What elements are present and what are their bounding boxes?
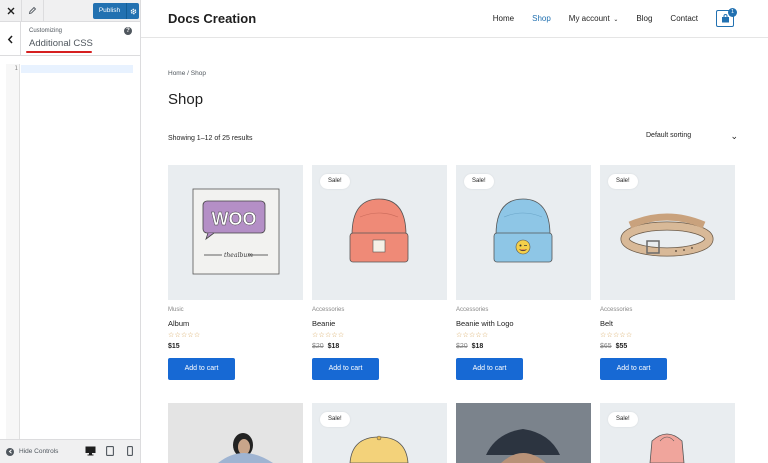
svg-text:the: the [224, 252, 234, 259]
title-highlight-underline [26, 51, 92, 53]
product-name[interactable]: Belt [600, 319, 613, 328]
breadcrumb[interactable]: Home / Shop [168, 70, 206, 77]
site-preview: Docs Creation Home Shop My account ⌄ Blo… [141, 0, 768, 463]
publish-label: Publish [93, 3, 127, 19]
line-number: 1 [14, 65, 18, 72]
result-count: Showing 1–12 of 25 results [168, 135, 253, 142]
page-title: Shop [168, 91, 204, 108]
nav-shop[interactable]: Shop [532, 14, 551, 23]
product-image[interactable]: Sale! [600, 403, 735, 463]
section-header: Customizing Additional CSS ? [0, 22, 140, 56]
current-price: $15 [168, 343, 180, 350]
product-category[interactable]: Accessories [600, 307, 632, 313]
product-price: $65 $55 [600, 343, 627, 350]
mobile-icon [127, 446, 133, 456]
chevron-down-icon: ⌄ [611, 17, 619, 23]
edit-button[interactable] [22, 0, 44, 22]
chevron-left-icon [7, 34, 13, 44]
star-rating: ☆☆☆☆☆ [312, 332, 345, 339]
cart-count-badge: 1 [728, 8, 737, 17]
sorting-select[interactable]: Default sorting ⌄ [646, 131, 738, 141]
main-navigation: Home Shop My account ⌄ Blog Contact [493, 14, 698, 23]
product-price: $15 [168, 343, 180, 350]
desktop-preview-button[interactable] [84, 445, 96, 457]
product-name[interactable]: Album [168, 319, 189, 328]
star-rating: ☆☆☆☆☆ [600, 332, 633, 339]
product-name[interactable]: Beanie with Logo [456, 319, 514, 328]
device-preview-switcher [84, 445, 136, 457]
star-rating: ☆☆☆☆☆ [456, 332, 489, 339]
customizer-sidebar: Publish Customizing Additional CSS ? 1 H… [0, 0, 141, 463]
star-rating: ☆☆☆☆☆ [168, 332, 201, 339]
product-image[interactable]: Sale! [312, 403, 447, 463]
back-button[interactable] [0, 22, 21, 56]
gear-icon [130, 8, 136, 14]
product-image[interactable]: Sale! [456, 165, 591, 300]
product-image[interactable] [456, 403, 591, 463]
editor-gutter [6, 64, 20, 439]
product-image[interactable]: Sale! [312, 165, 447, 300]
pencil-icon [28, 6, 37, 15]
close-customizer-button[interactable] [0, 0, 22, 22]
chevron-down-icon: ⌄ [730, 131, 738, 141]
section-title: Additional CSS [29, 38, 93, 49]
sale-price: $18 [327, 343, 340, 350]
nav-blog[interactable]: Blog [636, 14, 652, 23]
nav-home[interactable]: Home [493, 14, 514, 23]
sale-badge: Sale! [608, 412, 638, 427]
close-icon [7, 7, 14, 14]
original-price: $20 [312, 343, 324, 350]
tablet-preview-button[interactable] [104, 445, 116, 457]
desktop-icon [85, 446, 95, 456]
product-image[interactable] [168, 403, 303, 463]
sale-badge: Sale! [320, 412, 350, 427]
product-category[interactable]: Accessories [456, 307, 488, 313]
add-to-cart-button[interactable]: Add to cart [456, 358, 523, 380]
site-title[interactable]: Docs Creation [168, 11, 256, 26]
nav-my-account[interactable]: My account ⌄ [569, 14, 619, 23]
nav-contact[interactable]: Contact [670, 14, 698, 23]
sorting-value: Default sorting [646, 132, 692, 139]
publish-button[interactable]: Publish [93, 3, 139, 19]
sale-badge: Sale! [320, 174, 350, 189]
sale-price: $18 [471, 343, 484, 350]
add-to-cart-button[interactable]: Add to cart [312, 358, 379, 380]
product-category[interactable]: Accessories [312, 307, 344, 313]
active-line[interactable] [21, 65, 133, 73]
mobile-preview-button[interactable] [124, 445, 136, 457]
product-category[interactable]: Music [168, 307, 184, 313]
svg-text:WOO: WOO [212, 209, 257, 229]
product-image[interactable]: Sale! [600, 165, 735, 300]
add-to-cart-button[interactable]: Add to cart [168, 358, 235, 380]
customizing-label: Customizing [29, 28, 63, 34]
album-cover-image: WOO the album [192, 188, 280, 275]
site-header: Docs Creation Home Shop My account ⌄ Blo… [141, 0, 768, 38]
hide-controls-button[interactable]: Hide Controls [6, 447, 59, 456]
help-icon[interactable]: ? [124, 27, 132, 35]
original-price: $20 [456, 343, 468, 350]
product-name[interactable]: Beanie [312, 319, 335, 328]
product-price: $20 $18 [312, 343, 339, 350]
original-price: $65 [600, 343, 612, 350]
css-code-editor[interactable]: 1 [0, 56, 140, 439]
tablet-icon [106, 446, 114, 456]
collapse-icon [6, 447, 14, 456]
sale-badge: Sale! [608, 174, 638, 189]
hide-controls-label: Hide Controls [19, 448, 59, 455]
svg-text:album: album [234, 252, 253, 259]
hoodie-model-image [168, 403, 303, 463]
sale-price: $55 [615, 343, 628, 350]
publish-settings-button[interactable] [127, 8, 139, 15]
add-to-cart-button[interactable]: Add to cart [600, 358, 667, 380]
customizer-footer: Hide Controls [0, 439, 140, 463]
product-price: $20 $18 [456, 343, 483, 350]
nav-my-account-label: My account [568, 14, 610, 23]
product-image[interactable]: WOO the album [168, 165, 303, 300]
sale-badge: Sale! [464, 174, 494, 189]
bucket-hat-image [456, 403, 591, 463]
